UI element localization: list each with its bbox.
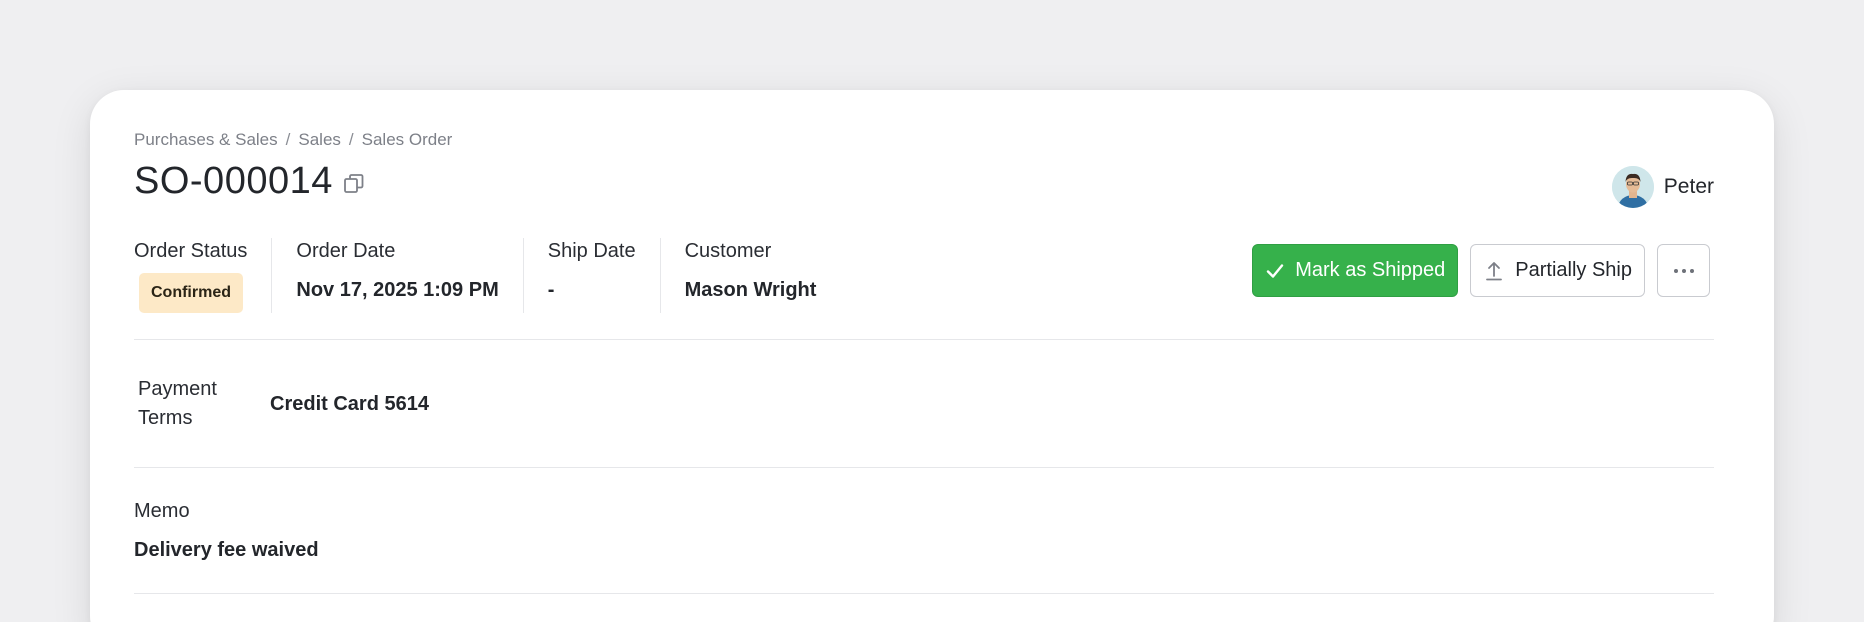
order-status-label: Order Status	[134, 240, 248, 262]
user-avatar[interactable]	[1611, 166, 1654, 208]
sales-order-card: Purchases & Sales / Sales / Sales Order …	[90, 90, 1774, 622]
payment-terms-value: Credit Card 5614	[270, 392, 429, 415]
copy-icon[interactable]	[343, 173, 365, 195]
mark-as-shipped-button[interactable]: Mark as Shipped	[1252, 244, 1459, 297]
breadcrumb-item-sales-order: Sales Order	[361, 130, 453, 149]
section-divider	[134, 593, 1714, 594]
customer-field: Customer Mason Wright	[659, 238, 841, 313]
breadcrumb-separator: /	[348, 130, 354, 149]
customer-label: Customer	[684, 240, 772, 262]
memo-label: Memo	[134, 500, 190, 522]
breadcrumb-item-sales[interactable]: Sales	[298, 130, 341, 150]
title-row: SO-000014	[134, 160, 365, 203]
payment-terms-section: Payment Terms Credit Card 5614	[138, 375, 429, 433]
order-info-row: Order Status Confirmed Order Date Nov 17…	[134, 238, 840, 313]
ship-date-label: Ship Date	[547, 240, 636, 262]
order-date-label: Order Date	[296, 240, 396, 262]
more-actions-button[interactable]	[1657, 244, 1710, 297]
customer-value[interactable]: Mason Wright	[685, 279, 817, 302]
order-date-field: Order Date Nov 17, 2025 1:09 PM	[271, 238, 522, 313]
order-date-value: Nov 17, 2025 1:09 PM	[296, 279, 499, 301]
check-icon	[1265, 261, 1285, 281]
status-badge: Confirmed	[139, 273, 243, 313]
order-actions: Mark as Shipped Partially Ship	[1252, 244, 1710, 297]
ship-date-field: Ship Date -	[522, 238, 660, 313]
breadcrumb-separator: /	[285, 130, 291, 149]
memo-value: Delivery fee waived	[134, 539, 319, 561]
ship-date-value: -	[547, 279, 555, 301]
user-menu[interactable]: Peter	[1611, 166, 1714, 208]
page-title: SO-000014	[134, 160, 333, 202]
section-divider	[134, 467, 1714, 468]
partially-ship-label: Partially Ship	[1515, 259, 1632, 281]
mark-as-shipped-label: Mark as Shipped	[1295, 259, 1446, 281]
user-name: Peter	[1663, 175, 1714, 198]
memo-section: Memo Delivery fee waived	[134, 500, 319, 562]
upload-icon	[1483, 260, 1505, 282]
order-status-field: Order Status Confirmed	[134, 238, 271, 313]
partially-ship-button[interactable]: Partially Ship	[1470, 244, 1645, 297]
payment-terms-label: Payment Terms	[138, 378, 217, 429]
breadcrumb: Purchases & Sales / Sales / Sales Order	[134, 130, 452, 150]
breadcrumb-item-purchases-sales[interactable]: Purchases & Sales	[134, 130, 278, 150]
more-horizontal-icon	[1673, 268, 1695, 274]
section-divider	[134, 339, 1714, 340]
